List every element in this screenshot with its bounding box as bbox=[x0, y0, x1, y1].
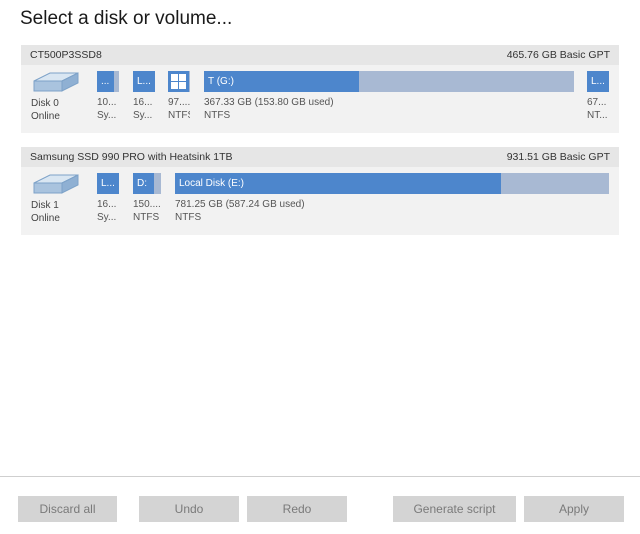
partition-1-2[interactable]: Local Disk (E:) 781.25 GB (587.24 GB use… bbox=[175, 173, 609, 227]
partition-size: 67... bbox=[587, 97, 607, 108]
partition-fs: NTFS bbox=[133, 212, 160, 223]
generate-script-button[interactable]: Generate script bbox=[393, 496, 516, 522]
partition-bar-label: L... bbox=[137, 76, 151, 87]
partition-bar: L... bbox=[587, 71, 609, 92]
partition-fs: NTFS bbox=[175, 212, 202, 223]
partition-bar: ... bbox=[97, 71, 119, 92]
partition-bar-label: T (G:) bbox=[208, 76, 234, 87]
disk-model: CT500P3SSD8 bbox=[30, 49, 102, 61]
partition-bar: D: bbox=[133, 173, 161, 194]
partition-bar-label: D: bbox=[137, 178, 147, 189]
disk-header: CT500P3SSD8 465.76 GB Basic GPT bbox=[21, 45, 619, 65]
partition-size: 97.... bbox=[168, 97, 190, 108]
partition-fs: Sy... bbox=[133, 110, 153, 121]
partition-0-1[interactable]: L... 16... Sy... bbox=[133, 71, 155, 125]
partition-size: 16... bbox=[97, 199, 117, 210]
partition-0-3[interactable]: T (G:) 367.33 GB (153.80 GB used) NTFS bbox=[204, 71, 574, 125]
partition-bar: Local Disk (E:) bbox=[175, 173, 609, 194]
partition-size: 367.33 GB (153.80 GB used) bbox=[204, 97, 334, 108]
partition-1-0[interactable]: L... 16... Sy... bbox=[97, 173, 119, 227]
partition-0-0[interactable]: ... 10... Sy... bbox=[97, 71, 119, 125]
hard-drive-icon bbox=[33, 72, 79, 92]
page-title: Select a disk or volume... bbox=[20, 8, 233, 29]
partition-0-2[interactable]: 97.... NTFS bbox=[168, 71, 190, 125]
partition-bar bbox=[168, 71, 190, 92]
disk-status: Online bbox=[31, 213, 60, 224]
disk-model: Samsung SSD 990 PRO with Heatsink 1TB bbox=[30, 151, 233, 163]
partition-bar-label: L... bbox=[591, 76, 605, 87]
partition-bar: L... bbox=[133, 71, 155, 92]
partition-size: 150.... bbox=[133, 199, 161, 210]
partition-fs: NT... bbox=[587, 110, 608, 121]
undo-button[interactable]: Undo bbox=[139, 496, 239, 522]
partition-fs: Sy... bbox=[97, 110, 117, 121]
partition-0-4[interactable]: L... 67... NT... bbox=[587, 71, 609, 125]
disk-status: Online bbox=[31, 111, 60, 122]
hard-drive-icon bbox=[33, 174, 79, 194]
disk-label: Disk 0 Online bbox=[31, 97, 60, 123]
disk-size-info: 465.76 GB Basic GPT bbox=[506, 49, 610, 61]
partition-bar: T (G:) bbox=[204, 71, 574, 92]
disk-name: Disk 0 bbox=[31, 98, 59, 109]
partition-1-1[interactable]: D: 150.... NTFS bbox=[133, 173, 161, 227]
partition-size: 10... bbox=[97, 97, 117, 108]
disk-name: Disk 1 bbox=[31, 200, 59, 211]
partition-bar-label: L... bbox=[101, 178, 115, 189]
partition-size: 16... bbox=[133, 97, 153, 108]
discard-all-button[interactable]: Discard all bbox=[18, 496, 117, 522]
disk-label: Disk 1 Online bbox=[31, 199, 60, 225]
partition-bar-label: Local Disk (E:) bbox=[179, 178, 245, 189]
apply-button[interactable]: Apply bbox=[524, 496, 624, 522]
partition-fs: Sy... bbox=[97, 212, 117, 223]
partition-fs: NTFS bbox=[168, 110, 190, 121]
disk-card-1[interactable]: Samsung SSD 990 PRO with Heatsink 1TB 93… bbox=[21, 147, 619, 235]
disk-header: Samsung SSD 990 PRO with Heatsink 1TB 93… bbox=[21, 147, 619, 167]
partition-size: 781.25 GB (587.24 GB used) bbox=[175, 199, 305, 210]
redo-button[interactable]: Redo bbox=[247, 496, 347, 522]
partition-bar-label: ... bbox=[101, 76, 110, 87]
partition-bar: L... bbox=[97, 173, 119, 194]
footer-divider bbox=[0, 476, 640, 477]
partition-fs: NTFS bbox=[204, 110, 231, 121]
disk-size-info: 931.51 GB Basic GPT bbox=[506, 151, 610, 163]
disk-card-0[interactable]: CT500P3SSD8 465.76 GB Basic GPT Disk 0 O… bbox=[21, 45, 619, 133]
windows-icon bbox=[168, 71, 189, 92]
